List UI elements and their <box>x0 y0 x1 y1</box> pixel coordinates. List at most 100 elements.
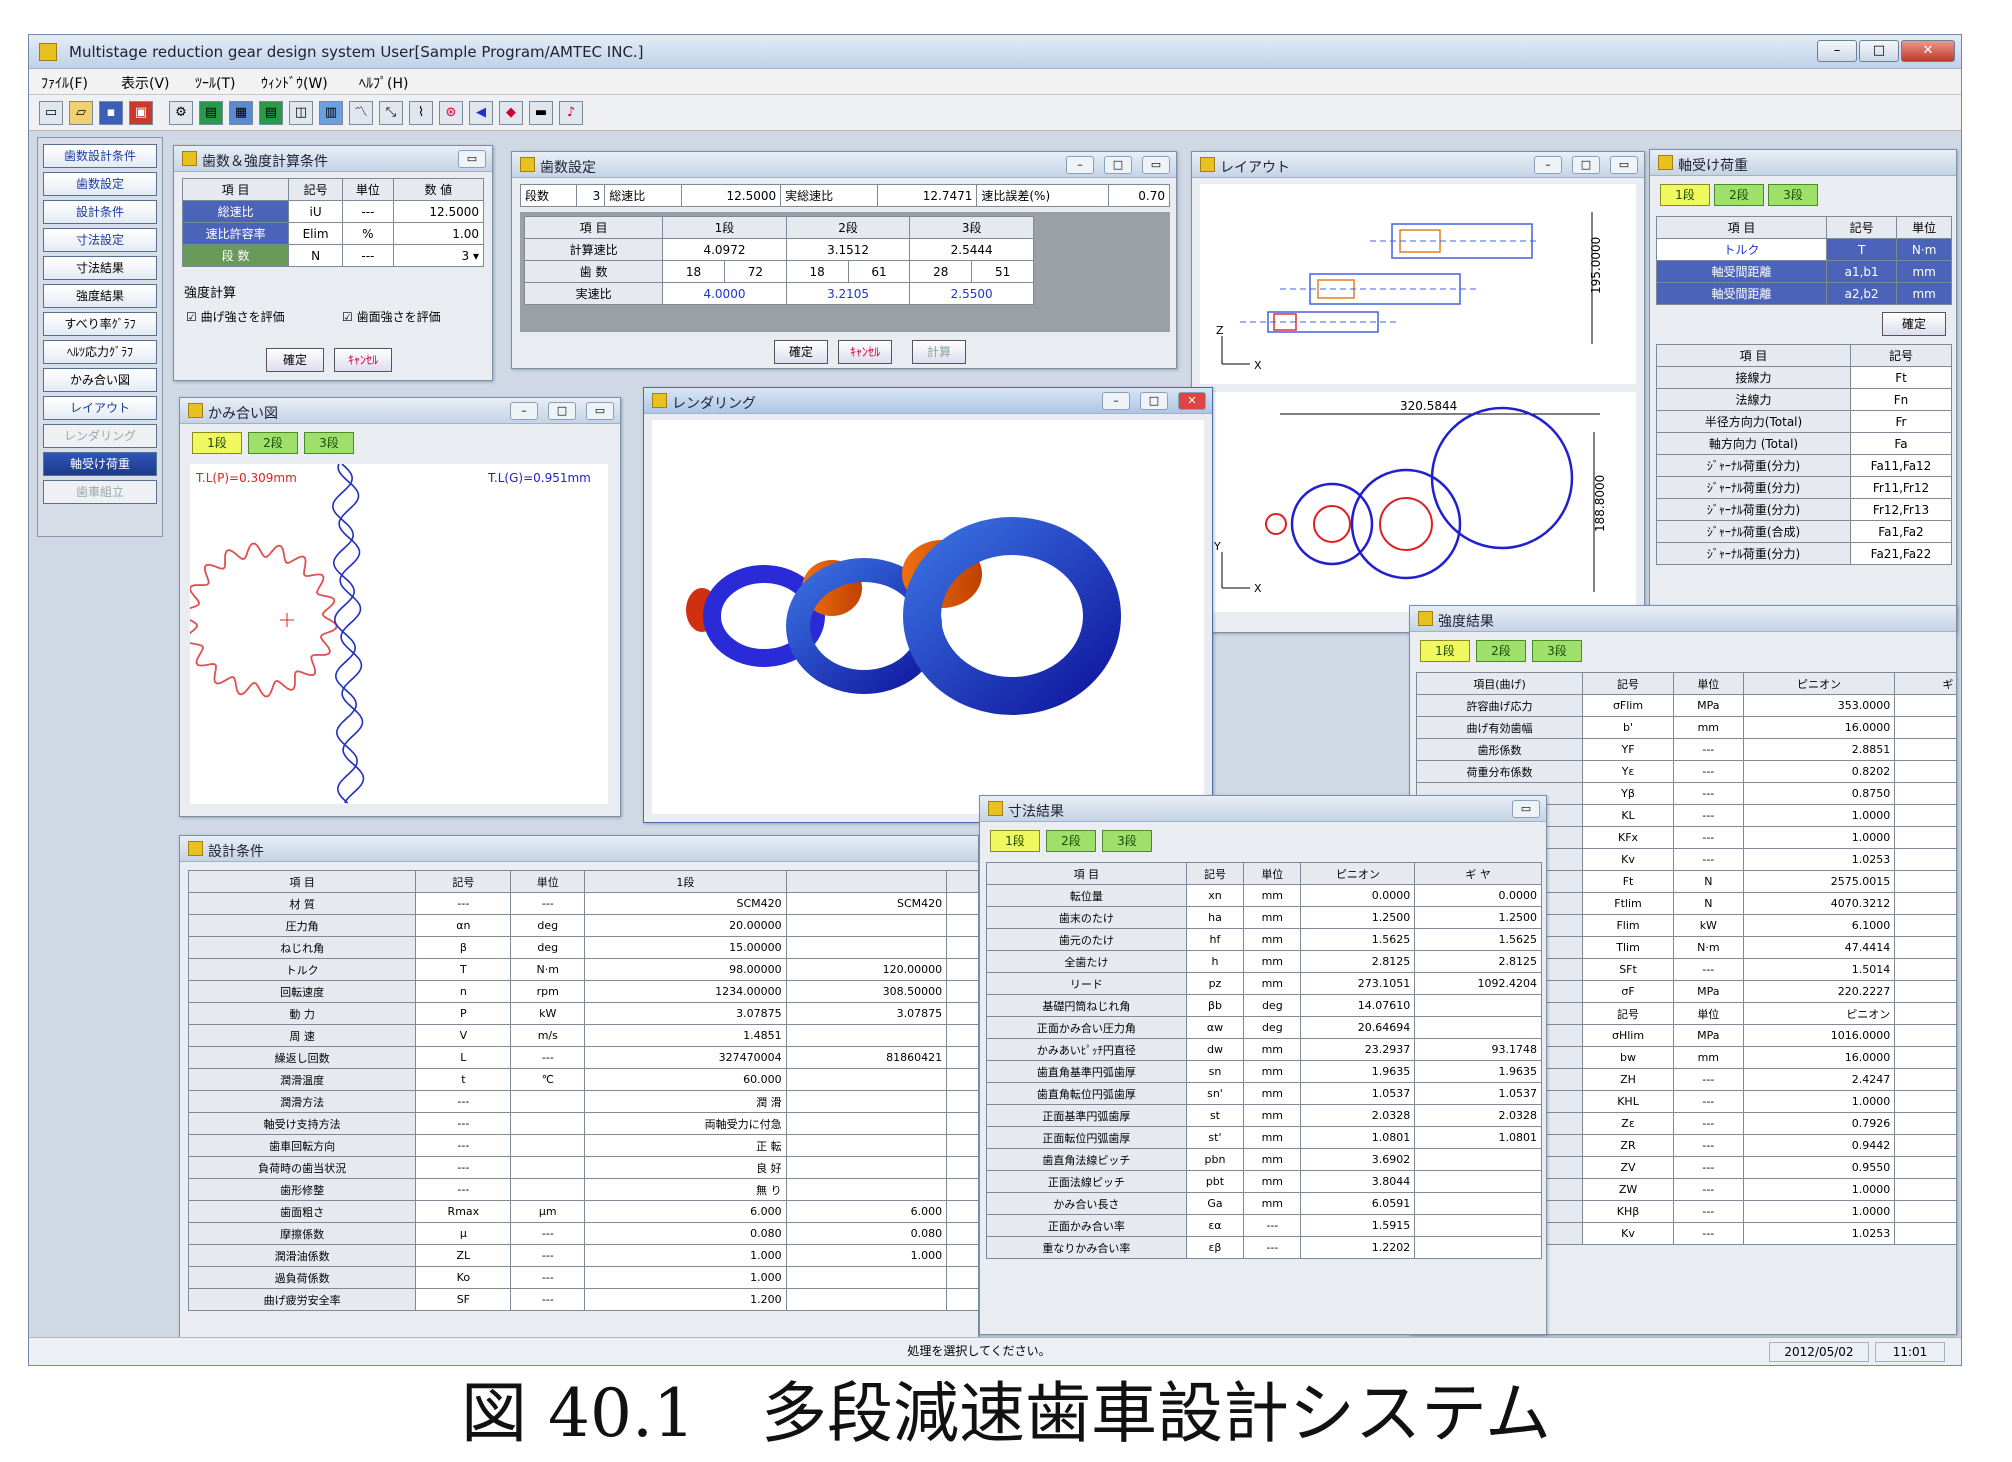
tolerance-input[interactable]: 1.00 <box>392 222 485 245</box>
menu-file[interactable]: ﾌｧｲﾙ(F) <box>41 73 88 93</box>
nav-dimension-setting[interactable]: 寸法設定 <box>43 228 157 252</box>
cell: σF <box>1582 980 1674 1003</box>
cell: 1.0253 <box>1742 1222 1896 1245</box>
nav-gear-assembly[interactable]: 歯車組立 <box>43 480 157 504</box>
tab-stage-1[interactable]: 1段 <box>990 830 1040 852</box>
tab-stage-2[interactable]: 2段 <box>248 432 298 454</box>
maximize-icon[interactable]: □ <box>1140 392 1168 410</box>
cell: pbt <box>1185 1170 1245 1193</box>
restore-icon[interactable]: ▭ <box>586 402 614 420</box>
teeth-input[interactable]: 18 <box>662 260 725 283</box>
menu-window[interactable]: ｳｨﾝﾄﾞｳ(W) <box>261 73 328 93</box>
cancel-button[interactable]: ｷｬﾝｾﾙ <box>334 348 392 372</box>
nav-teeth-setting[interactable]: 歯数設定 <box>43 172 157 196</box>
teeth-input[interactable]: 72 <box>723 260 787 283</box>
restore-icon[interactable]: ▭ <box>458 150 486 168</box>
ok-button[interactable]: 確定 <box>774 340 828 364</box>
tab-stage-1[interactable]: 1段 <box>1660 184 1710 206</box>
menu-view[interactable]: 表示(V) <box>121 73 170 93</box>
window-icon[interactable]: ▥ <box>319 101 343 125</box>
new-file-icon[interactable]: ▭ <box>39 101 63 125</box>
nav-layout[interactable]: レイアウト <box>43 396 157 420</box>
nav-mesh-figure[interactable]: かみ合い図 <box>43 368 157 392</box>
maximize-icon[interactable]: □ <box>548 402 576 420</box>
minimize-icon[interactable]: – <box>1066 156 1094 174</box>
tab-stage-3[interactable]: 3段 <box>304 432 354 454</box>
calc-button[interactable]: 計算 <box>912 340 966 364</box>
teeth-input[interactable]: 28 <box>909 260 973 283</box>
confirm-button[interactable]: 確定 <box>1882 312 1946 336</box>
menu-help[interactable]: ﾍﾙﾌﾟ(H) <box>359 73 408 93</box>
render-icon[interactable]: ◆ <box>499 101 523 125</box>
open-folder-icon[interactable]: ▱ <box>69 101 93 125</box>
cancel-button[interactable]: ｷｬﾝｾﾙ <box>838 340 892 364</box>
table-row: 軸受け支持方法 --- 両軸受力に付急 <box>187 1112 978 1135</box>
bearing-icon[interactable]: ▬ <box>529 101 553 125</box>
nav-hertz-graph[interactable]: ﾍﾙﾂ応力ｸﾞﾗﾌ <box>43 340 157 364</box>
cell: ha <box>1185 906 1245 929</box>
cell: 0.9442 <box>1742 1134 1896 1157</box>
tab-stage-3[interactable]: 3段 <box>1532 640 1582 662</box>
stages-select[interactable]: 3 ▾ <box>392 244 485 267</box>
tab-stage-2[interactable]: 2段 <box>1046 830 1096 852</box>
settings-icon[interactable]: ⚙ <box>169 101 193 125</box>
stress-graph-icon[interactable]: ⤡ <box>379 101 403 125</box>
table-icon[interactable]: ▤ <box>199 101 223 125</box>
table-row: 過負荷係数 Ko --- 1.000 <box>187 1266 978 1289</box>
row-label: 許容曲げ応力 <box>1415 694 1584 717</box>
nav-dimension-results[interactable]: 寸法結果 <box>43 256 157 280</box>
nav-bearing-load[interactable]: 軸受け荷重 <box>43 452 157 476</box>
teeth-input[interactable]: 61 <box>847 260 911 283</box>
restore-icon[interactable]: ▭ <box>1142 156 1170 174</box>
tab-stage-1[interactable]: 1段 <box>192 432 242 454</box>
table-row: 歯形係数YF---2.88512.35 <box>1415 738 1956 761</box>
maximize-button[interactable]: □ <box>1859 40 1899 62</box>
nav-rendering[interactable]: レンダリング <box>43 424 157 448</box>
print-icon[interactable]: ▣ <box>129 101 153 125</box>
graph-icon[interactable]: 〽 <box>349 101 373 125</box>
bell-icon[interactable]: ♪ <box>559 101 583 125</box>
close-icon[interactable]: ✕ <box>1178 392 1206 410</box>
sliding-graph-icon[interactable]: ⌇ <box>409 101 433 125</box>
table-row: 正面かみ合い率 εα --- 1.5915 <box>986 1214 1542 1237</box>
row-label: 段 数 <box>181 244 290 267</box>
chart-icon[interactable]: ◫ <box>289 101 313 125</box>
nav-sliding-graph[interactable]: すべり率ｸﾞﾗﾌ <box>43 312 157 336</box>
col-header: 記号 <box>288 178 343 201</box>
mesh-icon[interactable]: ⊛ <box>439 101 463 125</box>
menu-tools[interactable]: ﾂｰﾙ(T) <box>195 73 235 93</box>
total-ratio-input[interactable]: 12.5000 <box>392 200 485 223</box>
minimize-icon[interactable]: – <box>1534 156 1562 174</box>
maximize-icon[interactable]: □ <box>1104 156 1132 174</box>
surface-check[interactable]: ☑ 歯面強さを評価 <box>342 308 441 325</box>
tab-stage-1[interactable]: 1段 <box>1420 640 1470 662</box>
tab-stage-2[interactable]: 2段 <box>1476 640 1526 662</box>
cell: 353.00 <box>1894 694 1956 717</box>
maximize-icon[interactable]: □ <box>1572 156 1600 174</box>
nav-strength-results[interactable]: 強度結果 <box>43 284 157 308</box>
teeth-input[interactable]: 51 <box>971 260 1034 283</box>
restore-icon[interactable]: ▭ <box>1610 156 1638 174</box>
teeth-input[interactable]: 18 <box>785 260 849 283</box>
minimize-icon[interactable]: – <box>1102 392 1130 410</box>
tab-stage-3[interactable]: 3段 <box>1768 184 1818 206</box>
close-button[interactable]: ✕ <box>1901 40 1955 62</box>
nav-design-conditions[interactable]: 設計条件 <box>43 200 157 224</box>
sheet-icon[interactable]: ▤ <box>259 101 283 125</box>
grid-icon[interactable]: ▦ <box>229 101 253 125</box>
cell <box>1894 1046 1956 1069</box>
minimize-icon[interactable]: – <box>510 402 538 420</box>
bending-check[interactable]: ☑ 曲げ強さを評価 <box>186 308 285 325</box>
cell: 単位 <box>1673 1002 1744 1025</box>
save-icon[interactable]: ▪ <box>99 101 123 125</box>
cell: SCM420 <box>785 892 948 915</box>
bearing-distance-input[interactable]: a2,b2 <box>1825 282 1898 305</box>
bearing-distance-input[interactable]: a1,b1 <box>1825 260 1898 283</box>
tab-stage-2[interactable]: 2段 <box>1714 184 1764 206</box>
restore-icon[interactable]: ▭ <box>1512 800 1540 818</box>
nav-teeth-conditions[interactable]: 歯数設計条件 <box>43 144 157 168</box>
minimize-button[interactable]: – <box>1817 40 1857 62</box>
layout-icon[interactable]: ◀ <box>469 101 493 125</box>
ok-button[interactable]: 確定 <box>266 348 324 372</box>
tab-stage-3[interactable]: 3段 <box>1102 830 1152 852</box>
